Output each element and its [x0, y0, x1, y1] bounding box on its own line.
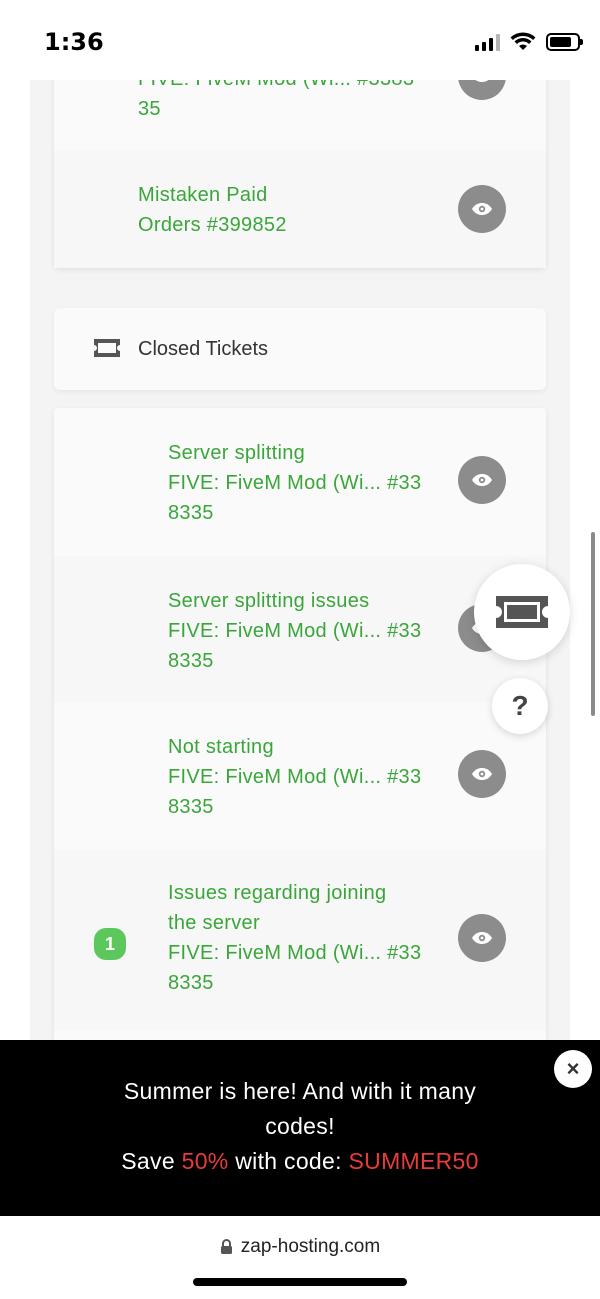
ticket-subtitle: Orders #399852: [138, 214, 287, 236]
promo-percent: 50%: [181, 1148, 229, 1174]
ticket-title: Mistaken Paid: [138, 184, 268, 206]
promo-text: Summer is here! And with it many codes! …: [60, 1074, 540, 1179]
eye-icon: [472, 768, 492, 780]
ticket-row[interactable]: Mistaken Paid Orders #399852: [54, 150, 546, 268]
unread-count-badge: 1: [94, 928, 126, 960]
promo-line2: codes!: [265, 1113, 335, 1139]
promo-line1: Summer is here! And with it many: [123, 1078, 477, 1104]
ticket-title-cont: the server: [168, 912, 260, 934]
ticket-row[interactable]: Server splitting issues FIVE: FiveM Mod …: [54, 556, 546, 702]
ticket-subtitle-cont: 8335: [168, 650, 214, 672]
ticket-title: Not starting: [168, 736, 274, 758]
ticket-subtitle: FIVE: FiveM Mod (Wi... #33: [168, 766, 422, 788]
ticket-text: Mistaken Paid Orders #399852: [138, 180, 287, 240]
ticket-text: Server splitting FIVE: FiveM Mod (Wi... …: [168, 438, 421, 528]
lock-icon: [220, 1239, 232, 1254]
support-ticket-fab[interactable]: [474, 564, 570, 660]
promo-save-middle: with code:: [235, 1148, 342, 1174]
eye-icon: [472, 474, 492, 486]
view-ticket-button[interactable]: [458, 185, 506, 233]
ticket-subtitle: 35: [138, 98, 161, 120]
view-ticket-button[interactable]: [458, 456, 506, 504]
promo-save-prefix: Save: [121, 1148, 175, 1174]
browser-address-bar[interactable]: zap-hosting.com: [0, 1216, 600, 1299]
view-ticket-button[interactable]: [458, 914, 506, 962]
view-ticket-button[interactable]: [458, 750, 506, 798]
ticket-subtitle: FIVE: FiveM Mod (Wi... #33: [168, 472, 422, 494]
ticket-text: Not starting FIVE: FiveM Mod (Wi... #33 …: [168, 732, 421, 822]
status-icons: [475, 32, 583, 52]
status-time: 1:36: [44, 28, 104, 56]
url-display[interactable]: zap-hosting.com: [0, 1236, 600, 1258]
eye-icon: [472, 932, 492, 944]
ticket-icon: [496, 596, 548, 628]
eye-icon: [472, 203, 492, 215]
close-icon: ×: [566, 1056, 580, 1081]
closed-tickets-header[interactable]: Closed Tickets: [54, 308, 546, 390]
ticket-row[interactable]: Server splitting FIVE: FiveM Mod (Wi... …: [54, 408, 546, 556]
ticket-icon: [94, 339, 120, 357]
ticket-title: Server splitting: [168, 442, 306, 464]
ticket-subtitle-cont: 8335: [168, 502, 214, 524]
help-button[interactable]: ?: [492, 678, 548, 734]
cellular-signal-icon: [475, 33, 500, 51]
wifi-icon: [510, 32, 536, 50]
promo-code: SUMMER50: [348, 1148, 479, 1174]
close-promo-button[interactable]: ×: [554, 1050, 592, 1088]
closed-tickets-card: Server splitting FIVE: FiveM Mod (Wi... …: [54, 408, 546, 1048]
status-bar: 1:36: [0, 0, 600, 80]
ticket-row[interactable]: 1 Issues regarding joining the server FI…: [54, 850, 546, 1030]
ticket-subtitle-cont: 8335: [168, 972, 214, 994]
ticket-text: Issues regarding joining the server FIVE…: [168, 878, 421, 998]
closed-tickets-label: Closed Tickets: [138, 338, 269, 360]
ticket-subtitle-cont: 8335: [168, 796, 214, 818]
ticket-title: Issues regarding joining: [168, 882, 387, 904]
ticket-subtitle: FIVE: FiveM Mod (Wi... #33: [168, 942, 422, 964]
battery-icon: [546, 33, 583, 51]
question-icon: ?: [511, 690, 529, 721]
scrollbar[interactable]: [591, 532, 595, 716]
promo-line3: Save 50% with code: SUMMER50: [60, 1144, 540, 1179]
ticket-text: Server splitting issues FIVE: FiveM Mod …: [168, 586, 421, 676]
ticket-row[interactable]: Not starting FIVE: FiveM Mod (Wi... #33 …: [54, 702, 546, 850]
promo-banner: Summer is here! And with it many codes! …: [0, 1040, 600, 1216]
ticket-title: Server splitting issues: [168, 590, 370, 612]
ticket-subtitle: FIVE: FiveM Mod (Wi... #33: [168, 620, 422, 642]
home-indicator[interactable]: [193, 1278, 407, 1286]
url-text: zap-hosting.com: [240, 1236, 381, 1257]
